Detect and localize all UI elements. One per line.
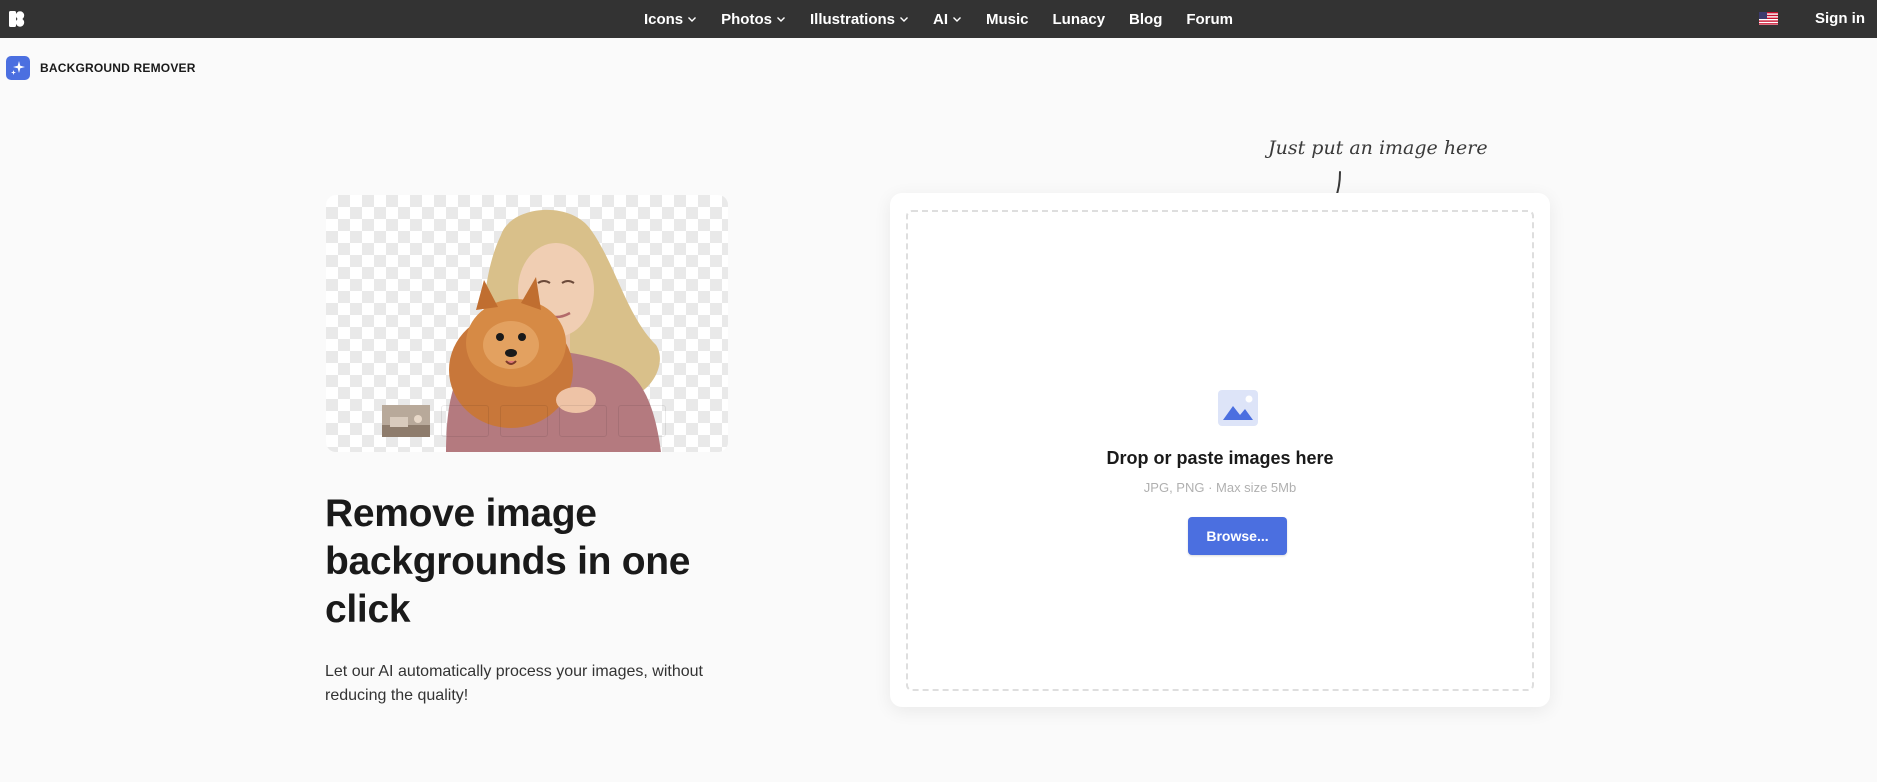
- sample-thumbnails: [382, 405, 666, 437]
- dropzone-file-requirements: JPG, PNG · Max size 5Mb: [1143, 480, 1297, 495]
- thumbnail-camera[interactable]: [382, 405, 607, 437]
- product-brand[interactable]: BACKGROUND REMOVER: [6, 56, 196, 80]
- us-flag-icon[interactable]: [1759, 12, 1778, 25]
- dropzone-title: Drop or paste images here: [1106, 448, 1334, 468]
- chevron-down-icon: [776, 17, 785, 22]
- nav-music[interactable]: Music: [974, 0, 1041, 38]
- nav-lunacy[interactable]: Lunacy: [1041, 0, 1118, 38]
- upload-card: Drop or paste images here JPG, PNG · Max…: [890, 193, 1550, 707]
- nav-icons[interactable]: Icons: [632, 0, 709, 38]
- nav-ai[interactable]: AI: [921, 0, 974, 38]
- nav-forum[interactable]: Forum: [1174, 0, 1245, 38]
- nav-illustrations-label: Illustrations: [809, 10, 895, 28]
- nav-photos[interactable]: Photos: [709, 0, 798, 38]
- product-title: BACKGROUND REMOVER: [40, 61, 196, 75]
- thumbnail-plant-pot[interactable]: [382, 405, 489, 437]
- nav-illustrations[interactable]: Illustrations: [798, 0, 921, 38]
- thumbnail-room-interior[interactable]: [382, 405, 666, 437]
- nav-ai-label: AI: [933, 10, 948, 28]
- page-headline: Remove image backgrounds in one click: [325, 492, 691, 631]
- browse-button[interactable]: Browse...: [1188, 517, 1287, 555]
- page-subtext: Let our AI automatically process your im…: [325, 663, 703, 704]
- top-nav-bar: Icons Photos Illustrations AI Music Luna…: [0, 0, 1877, 38]
- hero-preview-image: [326, 195, 728, 452]
- image-placeholder-icon: [1218, 390, 1258, 426]
- nav-forum-label: Forum: [1186, 10, 1234, 28]
- nav-lunacy-label: Lunacy: [1052, 10, 1106, 28]
- nav-photos-label: Photos: [721, 10, 772, 28]
- main-nav: Icons Photos Illustrations AI Music Luna…: [0, 0, 1877, 38]
- chevron-down-icon: [900, 17, 908, 22]
- chevron-down-icon: [953, 17, 961, 22]
- sparkle-icon: [6, 56, 30, 80]
- nav-blog-label: Blog: [1129, 10, 1163, 28]
- chevron-down-icon: [688, 17, 697, 22]
- nav-music-label: Music: [986, 10, 1029, 28]
- thumbnail-curly-hair-woman[interactable]: [382, 405, 548, 437]
- dropzone-hint: Just put an image here: [1268, 137, 1488, 159]
- image-dropzone[interactable]: Drop or paste images here JPG, PNG · Max…: [906, 210, 1534, 691]
- nav-icons-label: Icons: [643, 10, 684, 28]
- nav-blog[interactable]: Blog: [1117, 0, 1174, 38]
- sign-in-link[interactable]: Sign in: [1815, 0, 1865, 38]
